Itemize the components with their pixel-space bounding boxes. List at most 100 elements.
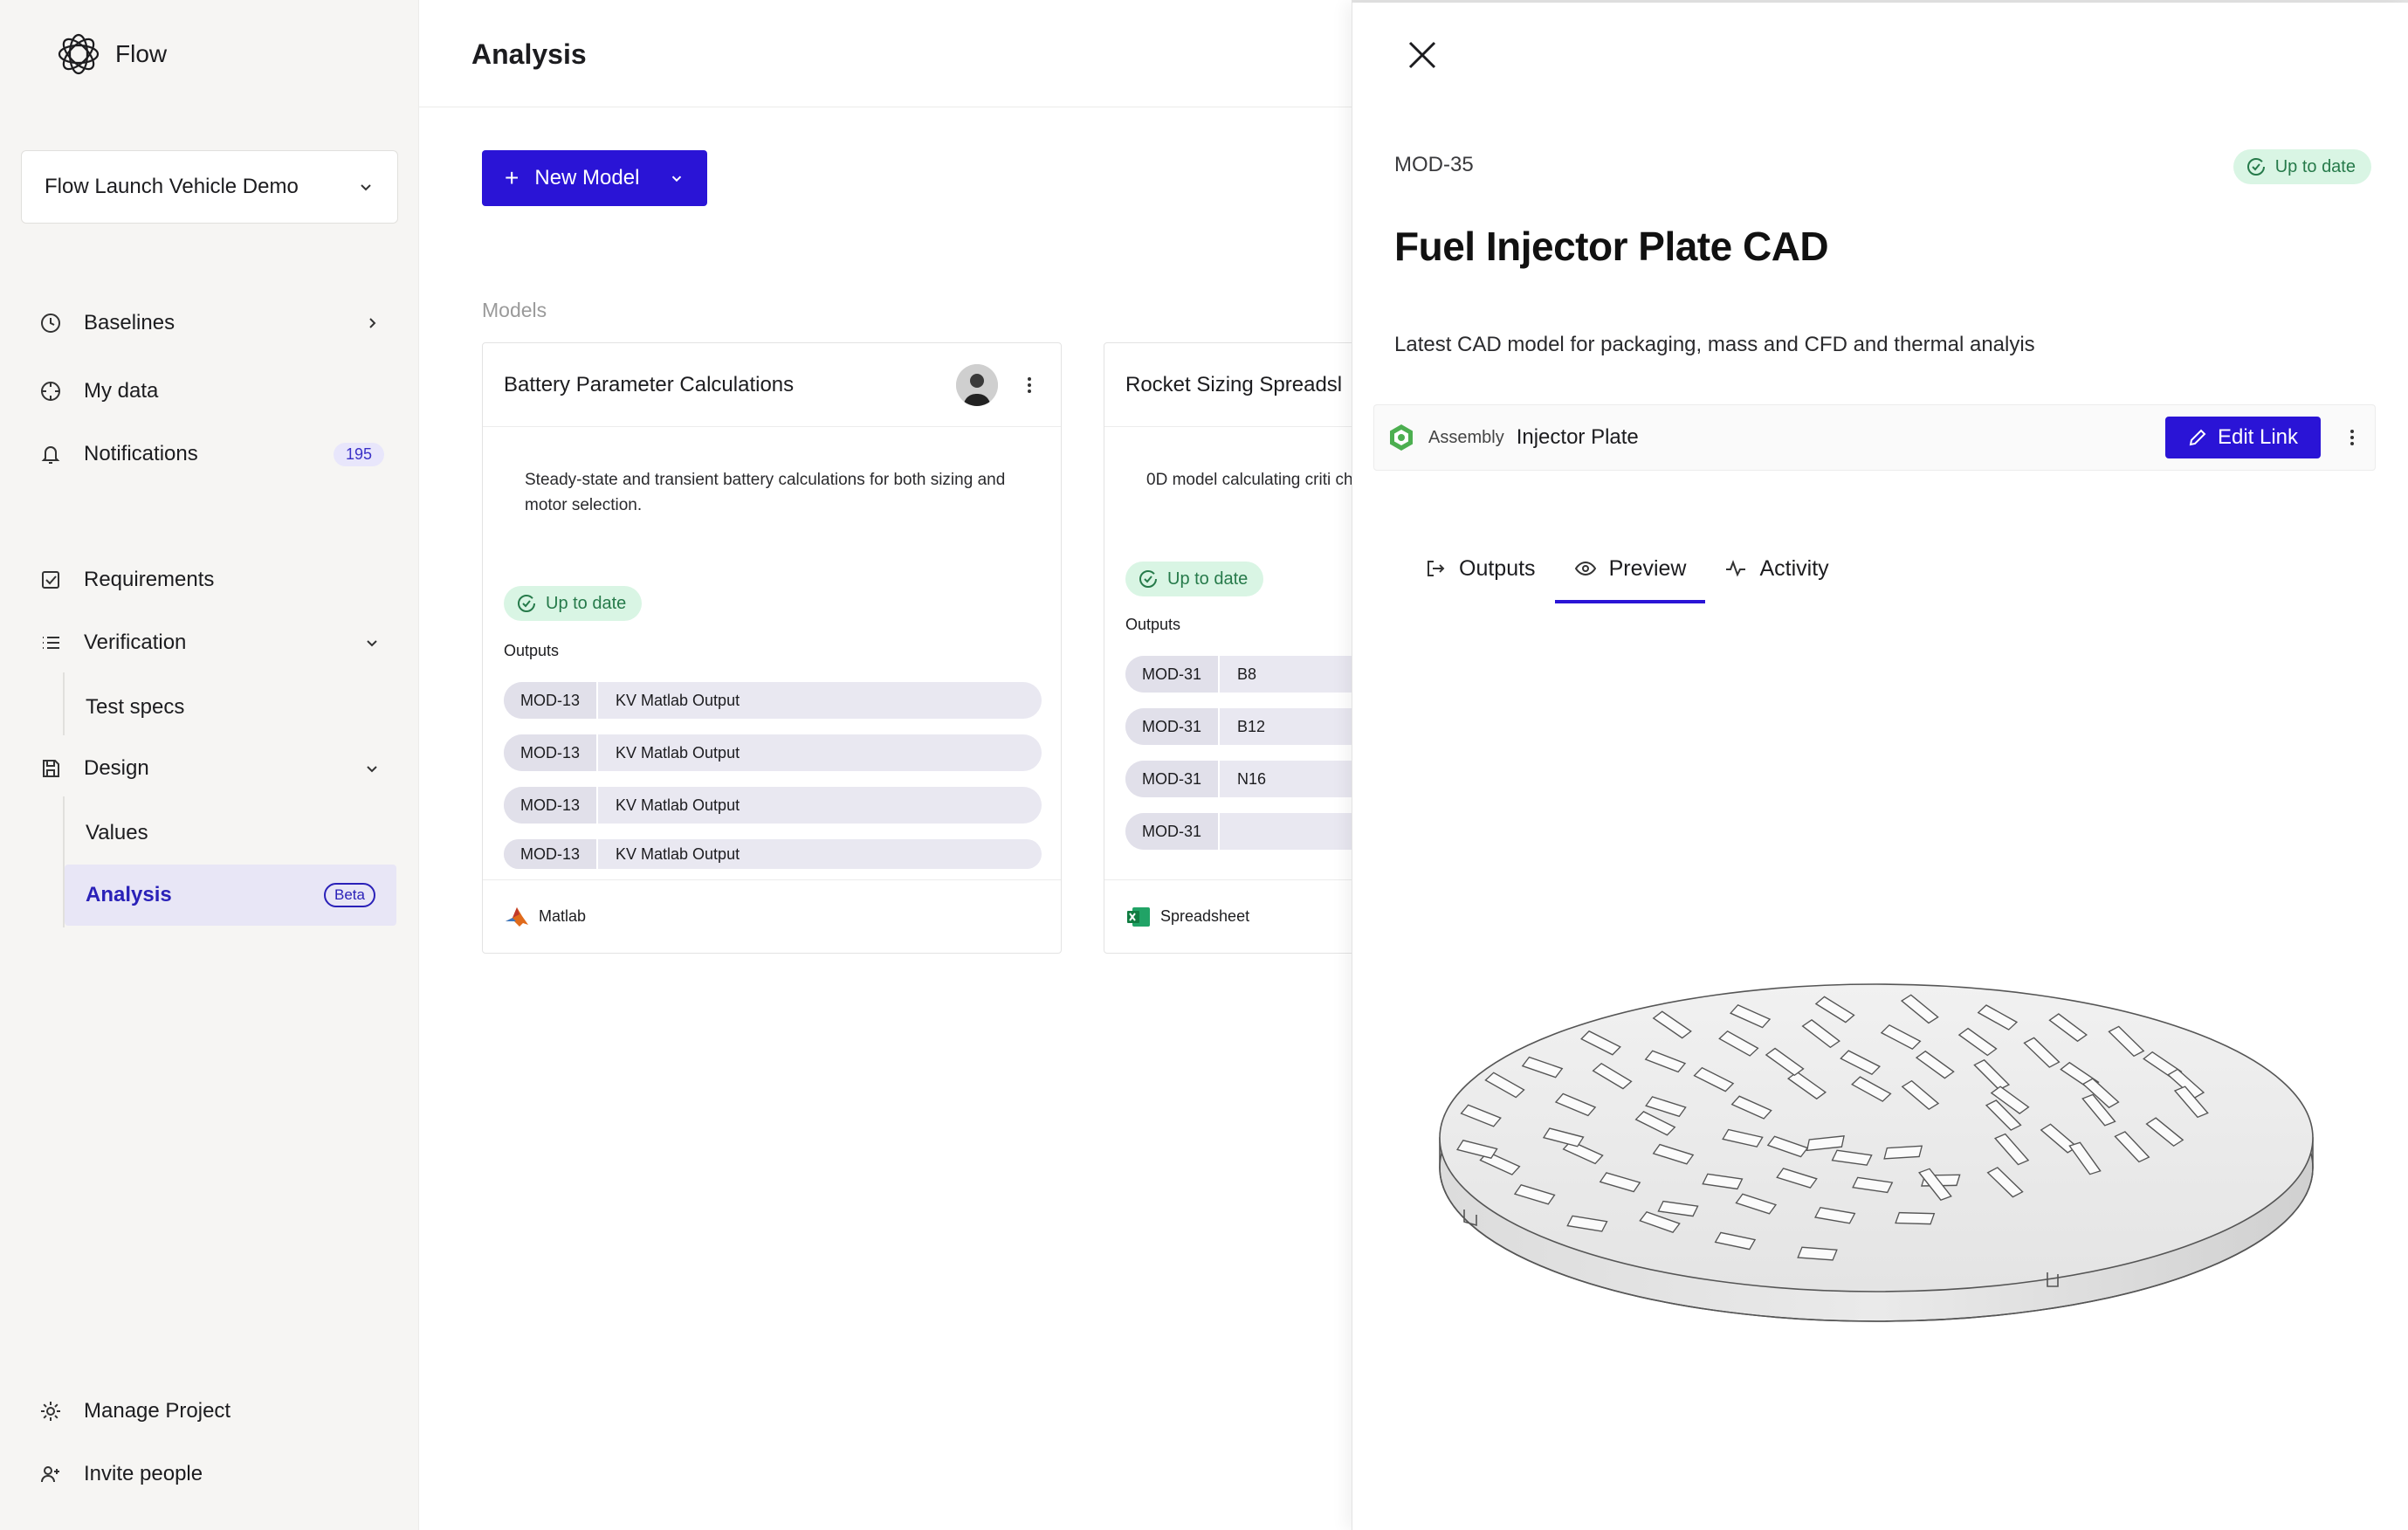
output-id: MOD-31 <box>1125 761 1220 797</box>
output-id: MOD-31 <box>1125 813 1220 850</box>
sidebar-subitem-test-specs[interactable]: Test specs <box>86 686 184 728</box>
output-row[interactable]: MOD-13 KV Matlab Output <box>504 734 1042 771</box>
status-badge: Up to date <box>2233 149 2371 184</box>
injector-hole <box>1797 1246 1838 1261</box>
check-circle-icon <box>518 595 535 612</box>
brand[interactable]: Flow <box>56 31 167 77</box>
sidebar-item-label: Manage Project <box>84 1399 231 1423</box>
new-model-label: New Model <box>534 166 640 190</box>
gear-icon <box>41 1402 60 1421</box>
avatar[interactable] <box>956 363 998 406</box>
injector-hole <box>1895 1211 1936 1225</box>
sidebar-subitem-analysis[interactable]: Analysis Beta <box>65 865 396 926</box>
kebab-menu-icon[interactable] <box>2342 427 2363 448</box>
card-title: Battery Parameter Calculations <box>504 372 795 396</box>
sidebar-item-label: Baselines <box>84 311 175 334</box>
tool-name: Matlab <box>539 907 587 925</box>
checkbox-icon <box>42 571 59 589</box>
page-title: Analysis <box>471 38 587 70</box>
cad-preview-image[interactable] <box>1422 981 2330 1330</box>
sidebar: Flow Flow Launch Vehicle Demo Baselines … <box>0 0 419 1530</box>
user-avatar-icon <box>956 363 998 406</box>
plus-icon: + <box>505 164 519 191</box>
chevron-right-icon <box>369 318 376 328</box>
save-icon <box>43 760 59 777</box>
sidebar-item-label: Analysis <box>86 883 172 906</box>
card-footer: Matlab <box>483 879 1061 953</box>
sidebar-item-design[interactable]: Design <box>38 748 381 789</box>
outputs-label: Outputs <box>504 642 560 659</box>
export-icon <box>1428 561 1445 576</box>
sidebar-item-label: Notifications <box>84 442 198 465</box>
tab-activity[interactable]: Activity <box>1705 534 1847 603</box>
output-id: MOD-31 <box>1125 708 1220 745</box>
chevron-down-icon <box>367 766 377 773</box>
sidebar-item-baselines[interactable]: Baselines <box>38 302 381 344</box>
notification-count-badge: 195 <box>333 442 384 466</box>
sidebar-item-notifications[interactable]: Notifications 195 <box>38 433 384 475</box>
sidebar-item-label: Requirements <box>84 568 215 591</box>
matlab-icon <box>506 906 528 927</box>
model-card-battery[interactable]: Battery Parameter Calculations Steady-st… <box>482 342 1062 954</box>
bell-icon <box>41 446 60 464</box>
model-description: Latest CAD model for packaging, mass and… <box>1394 333 2035 356</box>
sidebar-item-label: Verification <box>84 631 187 654</box>
output-row[interactable]: MOD-13 KV Matlab Output <box>504 839 1042 869</box>
new-model-button[interactable]: + New Model <box>482 150 707 206</box>
tab-preview[interactable]: Preview <box>1554 534 1706 603</box>
model-title: Fuel Injector Plate CAD <box>1394 224 1829 269</box>
tool-name: Spreadsheet <box>1160 907 1250 925</box>
check-circle-icon <box>2246 158 2265 176</box>
sidebar-item-manage-project[interactable]: Manage Project <box>38 1390 381 1432</box>
tab-outputs[interactable]: Outputs <box>1405 534 1555 603</box>
onshape-assembly-icon <box>1390 424 1413 451</box>
card-header: Battery Parameter Calculations <box>483 343 1061 427</box>
output-row[interactable]: MOD-13 KV Matlab Output <box>504 787 1042 824</box>
output-name: N16 <box>1237 769 1267 788</box>
status-text: Up to date <box>546 593 627 613</box>
chevron-down-icon <box>361 184 371 191</box>
output-name: KV Matlab Output <box>616 796 740 814</box>
sidebar-item-verification[interactable]: Verification <box>38 622 381 664</box>
clock-icon <box>41 314 60 333</box>
beta-badge: Beta <box>324 883 375 907</box>
model-id: MOD-35 <box>1394 153 1474 176</box>
status-badge: Up to date <box>504 586 643 621</box>
card-description: Steady-state and transient battery calcu… <box>525 471 1006 514</box>
output-name: KV Matlab Output <box>616 691 740 709</box>
sidebar-item-requirements[interactable]: Requirements <box>38 559 381 601</box>
activity-icon <box>1726 560 1746 577</box>
sidebar-item-label: My data <box>84 379 159 403</box>
project-selector[interactable]: Flow Launch Vehicle Demo <box>21 150 398 224</box>
status-text: Up to date <box>1167 569 1249 589</box>
crosshair-icon <box>41 382 60 401</box>
panel-tabs: Outputs Preview Activity <box>1405 534 1848 603</box>
tab-label: Outputs <box>1459 555 1536 581</box>
pencil-icon <box>2189 429 2206 446</box>
injector-hole <box>1883 1145 1923 1160</box>
chevron-down-icon <box>671 176 682 183</box>
output-id: MOD-13 <box>504 839 598 869</box>
verification-sub-line <box>63 672 65 735</box>
kebab-menu-icon[interactable] <box>1019 375 1040 396</box>
project-selector-value: Flow Launch Vehicle Demo <box>45 175 299 198</box>
edit-link-label: Edit Link <box>2217 425 2299 449</box>
spreadsheet-icon <box>1127 906 1150 927</box>
close-icon[interactable] <box>1405 38 1440 72</box>
output-name: KV Matlab Output <box>616 844 740 863</box>
sidebar-item-invite-people[interactable]: Invite people <box>38 1453 381 1495</box>
sidebar-item-my-data[interactable]: My data <box>38 370 381 412</box>
brand-name: Flow <box>115 40 168 67</box>
list-icon <box>43 637 59 649</box>
output-name: B8 <box>1237 665 1257 683</box>
output-id: MOD-13 <box>504 734 598 771</box>
sidebar-subitem-values[interactable]: Values <box>86 812 148 854</box>
eye-icon <box>1574 561 1596 576</box>
edit-link-button[interactable]: Edit Link <box>2165 417 2321 458</box>
output-name: B12 <box>1237 717 1266 735</box>
flow-logo-icon <box>58 33 100 75</box>
output-row[interactable]: MOD-13 KV Matlab Output <box>504 682 1042 719</box>
models-section-label: Models <box>482 299 547 321</box>
tab-label: Activity <box>1759 555 1829 581</box>
status-text: Up to date <box>2274 156 2356 176</box>
